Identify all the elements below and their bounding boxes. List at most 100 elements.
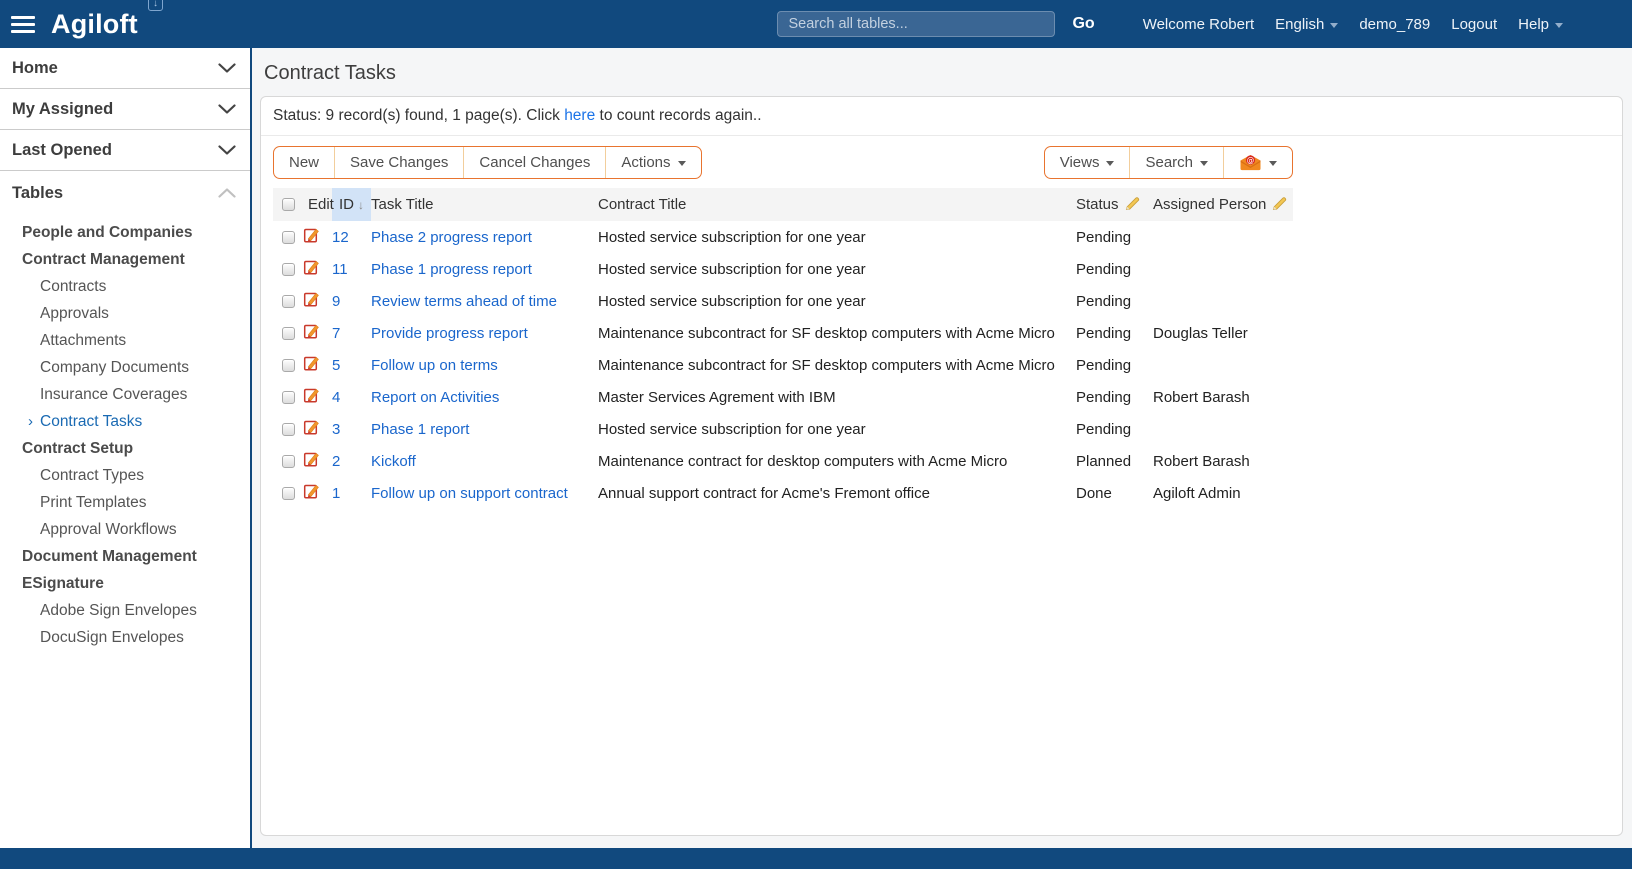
sidebar-item-esignature[interactable]: ESignature	[0, 570, 250, 597]
row-assigned-person-cell: Robert Barash	[1153, 381, 1293, 413]
row-checkbox[interactable]	[282, 359, 295, 372]
row-status-cell: Pending	[1076, 221, 1153, 253]
row-status-cell: Pending	[1076, 285, 1153, 317]
task-title-link[interactable]: Review terms ahead of time	[371, 293, 557, 310]
cancel-changes-button[interactable]: Cancel Changes	[463, 147, 605, 178]
sidebar-item-company-documents[interactable]: Company Documents	[0, 354, 250, 381]
hamburger-menu-icon[interactable]	[11, 16, 35, 33]
footer-bar	[0, 848, 1632, 869]
sidebar-item-approvals[interactable]: Approvals	[0, 300, 250, 327]
sidebar-item-docusign-envelopes[interactable]: DocuSign Envelopes	[0, 624, 250, 651]
record-id-link[interactable]: 3	[332, 421, 340, 438]
sidebar-item-adobe-sign-envelopes[interactable]: Adobe Sign Envelopes	[0, 597, 250, 624]
sidebar-section-home[interactable]: Home	[0, 48, 250, 89]
sidebar-item-contract-setup[interactable]: Contract Setup	[0, 435, 250, 462]
edit-record-icon[interactable]	[303, 483, 320, 500]
record-id-link[interactable]: 4	[332, 389, 340, 406]
row-checkbox[interactable]	[282, 391, 295, 404]
row-assigned-person-cell	[1153, 285, 1293, 317]
edit-record-icon[interactable]	[303, 227, 320, 244]
toolbar: New Save Changes Cancel Changes Actions …	[273, 146, 1293, 179]
edit-record-icon[interactable]	[303, 387, 320, 404]
row-checkbox[interactable]	[282, 231, 295, 244]
edit-record-icon[interactable]	[303, 291, 320, 308]
col-header-task-title[interactable]: Task Title	[371, 188, 598, 221]
edit-record-icon[interactable]	[303, 355, 320, 372]
row-assigned-person-cell: Douglas Teller	[1153, 317, 1293, 349]
table-row: 1Follow up on support contractAnnual sup…	[273, 477, 1293, 509]
row-checkbox[interactable]	[282, 295, 295, 308]
col-header-contract-title[interactable]: Contract Title	[598, 188, 1076, 221]
row-checkbox[interactable]	[282, 423, 295, 436]
record-id-link[interactable]: 5	[332, 357, 340, 374]
record-id-link[interactable]: 9	[332, 293, 340, 310]
welcome-text: Welcome Robert	[1143, 16, 1254, 33]
row-checkbox[interactable]	[282, 487, 295, 500]
edit-record-icon[interactable]	[303, 419, 320, 436]
sidebar-item-document-management[interactable]: Document Management	[0, 543, 250, 570]
record-id-link[interactable]: 7	[332, 325, 340, 342]
task-title-link[interactable]: Kickoff	[371, 453, 416, 470]
caret-down-icon	[1106, 161, 1114, 166]
search-input[interactable]	[777, 11, 1055, 37]
sidebar-item-attachments[interactable]: Attachments	[0, 327, 250, 354]
row-checkbox[interactable]	[282, 455, 295, 468]
logout-link[interactable]: Logout	[1451, 16, 1497, 33]
task-title-link[interactable]: Report on Activities	[371, 389, 499, 406]
sidebar-item-contract-tasks[interactable]: ›Contract Tasks	[0, 408, 250, 435]
task-title-link[interactable]: Phase 1 progress report	[371, 261, 532, 278]
row-contract-title-cell: Hosted service subscription for one year	[598, 413, 1076, 445]
edit-record-icon[interactable]	[303, 323, 320, 340]
sidebar-item-label: Contract Tasks	[40, 413, 142, 430]
sidebar-item-contract-types[interactable]: Contract Types	[0, 462, 250, 489]
edit-record-icon[interactable]	[303, 451, 320, 468]
row-checkbox-cell	[273, 381, 303, 413]
sidebar-section-tables[interactable]: Tables	[0, 171, 250, 215]
col-header-assigned-person[interactable]: Assigned Person	[1153, 188, 1293, 221]
sidebar-item-people-and-companies[interactable]: People and Companies	[0, 219, 250, 246]
caret-down-icon	[1330, 23, 1338, 28]
sort-desc-icon: ↓	[358, 198, 364, 212]
edit-record-icon[interactable]	[303, 259, 320, 276]
go-button[interactable]: Go	[1072, 15, 1094, 33]
row-edit-cell	[303, 285, 332, 317]
edit-column-pencil-icon[interactable]	[1125, 196, 1141, 211]
edit-column-pencil-icon[interactable]	[1272, 196, 1288, 211]
save-changes-button[interactable]: Save Changes	[334, 147, 463, 178]
row-status-cell: Done	[1076, 477, 1153, 509]
task-title-link[interactable]: Follow up on terms	[371, 357, 498, 374]
actions-menu-button[interactable]: Actions	[605, 147, 700, 178]
task-title-link[interactable]: Follow up on support contract	[371, 485, 568, 502]
record-id-link[interactable]: 1	[332, 485, 340, 502]
task-title-link[interactable]: Phase 2 progress report	[371, 229, 532, 246]
sidebar-item-contract-management[interactable]: Contract Management	[0, 246, 250, 273]
sidebar-item-print-templates[interactable]: Print Templates	[0, 489, 250, 516]
table-body: 12Phase 2 progress reportHosted service …	[273, 221, 1293, 509]
chevron-up-icon	[218, 188, 236, 198]
record-id-link[interactable]: 11	[332, 261, 348, 278]
views-menu-button[interactable]: Views	[1045, 147, 1130, 178]
new-button[interactable]: New	[274, 147, 334, 178]
email-menu-button[interactable]: @	[1223, 147, 1292, 178]
help-menu[interactable]: Help	[1518, 16, 1563, 33]
count-again-link[interactable]: here	[564, 107, 595, 124]
row-checkbox[interactable]	[282, 263, 295, 276]
col-header-status[interactable]: Status	[1076, 188, 1153, 221]
sidebar-section-last-opened[interactable]: Last Opened	[0, 130, 250, 171]
row-status-cell: Pending	[1076, 381, 1153, 413]
search-menu-button[interactable]: Search	[1129, 147, 1223, 178]
record-id-link[interactable]: 2	[332, 453, 340, 470]
sidebar-item-contracts[interactable]: Contracts	[0, 273, 250, 300]
task-title-link[interactable]: Provide progress report	[371, 325, 528, 342]
col-header-id[interactable]: ID↓	[332, 188, 371, 221]
row-checkbox[interactable]	[282, 327, 295, 340]
sidebar-item-approval-workflows[interactable]: Approval Workflows	[0, 516, 250, 543]
record-id-link[interactable]: 12	[332, 229, 349, 246]
sidebar-item-label: Contract Setup	[22, 440, 133, 457]
language-menu[interactable]: English	[1275, 16, 1338, 33]
sidebar-item-insurance-coverages[interactable]: Insurance Coverages	[0, 381, 250, 408]
select-all-checkbox[interactable]	[282, 198, 295, 211]
col-header-edit[interactable]: Edit	[303, 188, 332, 221]
task-title-link[interactable]: Phase 1 report	[371, 421, 469, 438]
sidebar-section-my-assigned[interactable]: My Assigned	[0, 89, 250, 130]
